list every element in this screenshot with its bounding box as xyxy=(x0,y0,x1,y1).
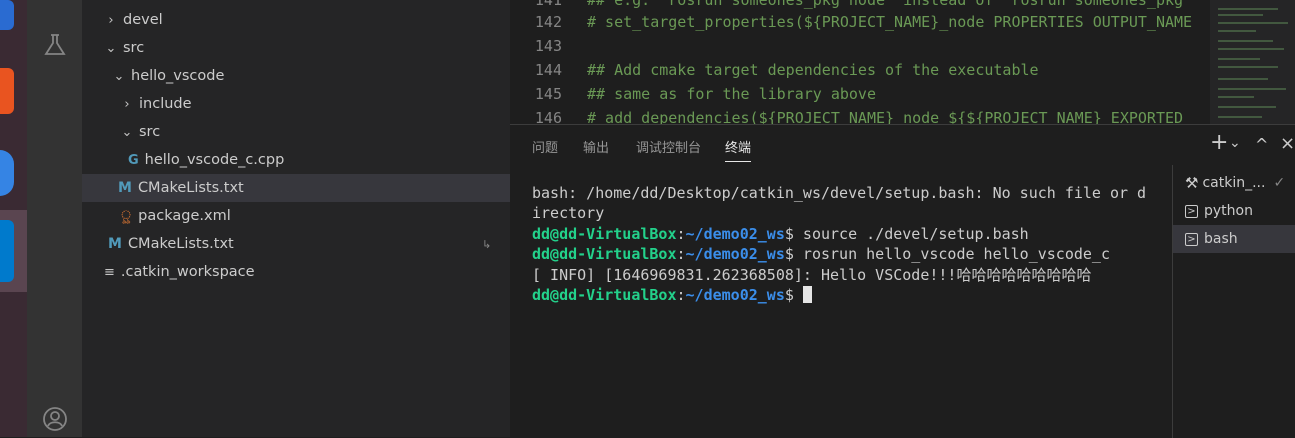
tab-debug-console[interactable]: 调试控制台 xyxy=(636,137,701,156)
terminal-line: dd@dd-VirtualBox:~/demo02_ws$ xyxy=(532,285,1162,305)
tree-file-hello-vscode-cpp[interactable]: G hello_vscode_c.cpp xyxy=(82,146,510,174)
terminal-line: bash: /home/dd/Desktop/catkin_ws/devel/s… xyxy=(532,184,1147,202)
tree-file-catkin-workspace[interactable]: ≡ .catkin_workspace xyxy=(82,258,510,286)
flask-icon[interactable] xyxy=(42,32,68,58)
tree-file-cmakelists-ws[interactable]: M CMakeLists.txt ↳ xyxy=(82,230,510,258)
line-number: 142 xyxy=(534,13,562,31)
cmake-file-icon: M xyxy=(118,180,132,196)
tree-folder-devel[interactable]: › devel xyxy=(82,6,510,34)
code-line: 146 # add_dependencies(${PROJECT_NAME}_n… xyxy=(510,106,1210,124)
vscode-dock-icon[interactable] xyxy=(0,220,14,282)
check-icon: ✓ xyxy=(1273,175,1286,191)
tree-item-label: hello_vscode_c.cpp xyxy=(144,152,285,168)
tree-item-label: .catkin_workspace xyxy=(120,264,255,280)
terminal-item-label: catkin_... xyxy=(1202,175,1266,191)
code-line: 144 ## Add cmake target dependencies of … xyxy=(510,58,1210,82)
tree-item-label: package.xml xyxy=(138,208,231,224)
tree-item-label: include xyxy=(139,96,192,112)
chevron-right-icon: › xyxy=(124,96,130,112)
ubuntu-dock xyxy=(0,0,27,437)
tree-folder-src[interactable]: ⌄ src xyxy=(82,34,510,62)
explorer-panel: › devel ⌄ src ⌄ hello_vscode › include ⌄… xyxy=(82,0,510,437)
terminal-item-catkin[interactable]: ⚒ catkin_... ✓ xyxy=(1173,169,1295,197)
prompt-user: dd@dd-VirtualBox xyxy=(532,245,677,264)
line-number: 145 xyxy=(534,85,562,103)
code-text: ## Add cmake target dependencies of the … xyxy=(587,61,1039,79)
tree-folder-include[interactable]: › include xyxy=(82,90,510,118)
code-text: ## e.g. "rosrun someones_pkg node" inste… xyxy=(587,0,1184,9)
chevron-right-icon: › xyxy=(108,12,114,28)
command-text: $ source ./devel/setup.bash xyxy=(784,224,1029,243)
tree-item-label: devel xyxy=(123,12,163,28)
terminal-item-bash[interactable]: > bash xyxy=(1173,225,1295,253)
terminal-icon: > xyxy=(1185,232,1198,246)
settings-dock-icon[interactable] xyxy=(0,150,14,196)
prompt-cwd: ~/demo02_ws xyxy=(685,285,785,304)
chevron-down-icon: ⌄ xyxy=(113,68,125,84)
terminal-line: dd@dd-VirtualBox:~/demo02_ws$ source ./d… xyxy=(532,224,1029,243)
terminal-icon: > xyxy=(1185,204,1198,218)
rss-file-icon: ৣ xyxy=(120,207,133,223)
terminal-item-label: bash xyxy=(1204,231,1238,247)
cpp-file-icon: G xyxy=(128,152,139,168)
close-panel-button[interactable]: × xyxy=(1280,133,1295,154)
new-terminal-button[interactable]: + xyxy=(1210,130,1228,155)
tree-item-label: src xyxy=(123,40,145,56)
symlink-arrow-icon: ↳ xyxy=(482,237,492,251)
code-text: # set_target_properties(${PROJECT_NAME}_… xyxy=(587,13,1193,31)
tree-item-label: src xyxy=(139,124,161,140)
terminal-output[interactable]: bash: /home/dd/Desktop/catkin_ws/devel/s… xyxy=(532,183,1162,305)
app-store-dock-icon[interactable] xyxy=(0,68,14,114)
prompt-user: dd@dd-VirtualBox xyxy=(532,285,677,304)
chevron-down-icon: ⌄ xyxy=(105,40,117,56)
terminal-line: [ INFO] [1646969831.262368508]: Hello VS… xyxy=(532,265,1092,284)
prompt-tail: $ xyxy=(784,285,803,304)
code-line: 142 # set_target_properties(${PROJECT_NA… xyxy=(510,10,1210,34)
terminal-line: dd@dd-VirtualBox:~/demo02_ws$ rosrun hel… xyxy=(532,245,1110,264)
code-line: 145 ## same as for the library above xyxy=(510,82,1210,106)
prompt-cwd: ~/demo02_ws xyxy=(685,224,785,243)
chevron-down-icon[interactable]: ⌄ xyxy=(1229,135,1241,151)
minimap[interactable] xyxy=(1210,0,1295,124)
tree-item-label: hello_vscode xyxy=(131,68,225,84)
tree-folder-src-inner[interactable]: ⌄ src xyxy=(82,118,510,146)
line-number: 146 xyxy=(534,109,562,124)
prompt-user: dd@dd-VirtualBox xyxy=(532,224,677,243)
code-text: # add_dependencies(${PROJECT_NAME}_node … xyxy=(587,109,1184,124)
tab-output[interactable]: 输出 xyxy=(583,137,609,156)
terminal-item-label: python xyxy=(1204,203,1253,219)
command-text: $ rosrun hello_vscode hello_vscode_c xyxy=(784,245,1110,264)
cmake-file-icon: M xyxy=(108,236,122,252)
terminal-list: ⚒ catkin_... ✓ > python > bash xyxy=(1172,165,1295,438)
tree-file-cmakelists-pkg[interactable]: M CMakeLists.txt xyxy=(82,174,510,202)
maximize-panel-button[interactable]: ^ xyxy=(1255,135,1268,154)
code-editor[interactable]: 141 ## e.g. "rosrun someones_pkg node" i… xyxy=(510,0,1210,124)
chevron-down-icon: ⌄ xyxy=(121,124,133,140)
text-file-icon: ≡ xyxy=(104,264,115,280)
code-text: ## same as for the library above xyxy=(587,85,876,103)
bottom-panel: 问题 输出 调试控制台 终端 + ⌄ ^ × bash: /home/dd/De… xyxy=(510,124,1295,438)
terminal-item-python[interactable]: > python xyxy=(1173,197,1295,225)
terminal-cursor xyxy=(802,285,812,303)
tree-file-package-xml[interactable]: ৣ package.xml xyxy=(82,202,510,230)
tree-item-label: CMakeLists.txt xyxy=(127,236,234,252)
tree-folder-hello-vscode[interactable]: ⌄ hello_vscode xyxy=(82,62,510,90)
prompt-cwd: ~/demo02_ws xyxy=(685,245,785,264)
text-editor-dock-icon[interactable] xyxy=(0,0,14,30)
account-icon[interactable] xyxy=(42,406,68,432)
tree-item-label: CMakeLists.txt xyxy=(137,180,244,196)
line-number: 143 xyxy=(534,37,562,55)
activity-bar xyxy=(27,0,82,437)
tab-terminal[interactable]: 终端 xyxy=(725,137,752,162)
line-number: 141 xyxy=(534,0,562,9)
tools-icon: ⚒ xyxy=(1185,174,1199,192)
tab-problems[interactable]: 问题 xyxy=(532,137,558,156)
code-line: 143 xyxy=(510,34,1210,58)
terminal-line: irectory xyxy=(532,204,605,223)
line-number: 144 xyxy=(534,61,562,79)
